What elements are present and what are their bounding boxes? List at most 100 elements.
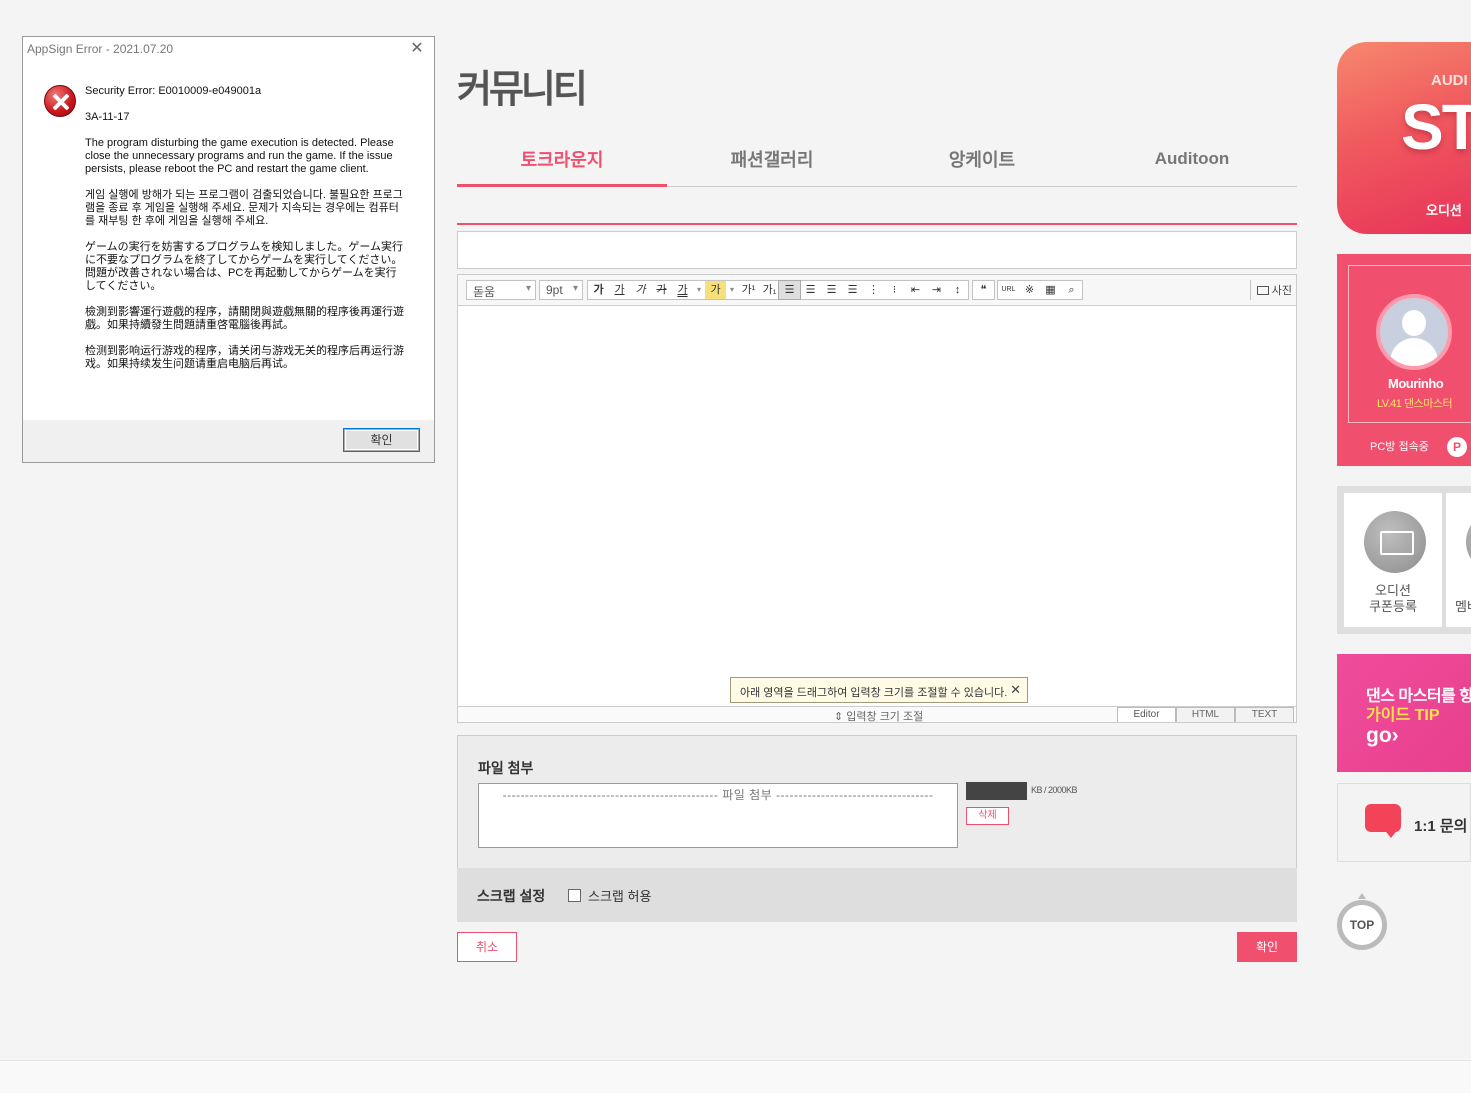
font-family-select[interactable]: 돋움 xyxy=(466,280,536,300)
mode-editor[interactable]: Editor xyxy=(1117,707,1176,722)
profile-frame: Mourinho LV.41 댄스마스터 xyxy=(1348,265,1471,423)
tab-fashion-gallery[interactable]: 패션갤러리 xyxy=(667,136,877,186)
tab-talk-lounge[interactable]: 토크라운지 xyxy=(457,136,667,187)
guide-banner[interactable]: 댄스 마스터를 향 가이드 TIP go› xyxy=(1337,654,1471,772)
chat-bubble-icon xyxy=(1365,804,1401,838)
underline-button[interactable]: 가 xyxy=(609,281,630,299)
avatar[interactable] xyxy=(1376,294,1452,370)
post-title-input[interactable] xyxy=(457,231,1297,269)
editor-content-area[interactable] xyxy=(458,306,1296,706)
guide-go: go› xyxy=(1366,724,1399,747)
editor-mode-tabs: Editor HTML TEXT xyxy=(1117,707,1294,722)
coupon-register-button[interactable]: 오디션 쿠폰등록 xyxy=(1344,493,1442,627)
delete-file-button[interactable]: 삭제 xyxy=(966,807,1009,825)
scrap-title: 스크랩 설정 xyxy=(477,888,546,904)
page-footer xyxy=(0,1060,1471,1093)
align-center-icon[interactable]: ☰ xyxy=(800,281,821,299)
banner-caption: 오디션 xyxy=(1426,203,1462,218)
line-height-icon[interactable]: ↕ xyxy=(947,281,968,299)
attach-title: 파일 첨부 xyxy=(478,760,534,776)
align-left-icon[interactable]: ☰ xyxy=(778,280,801,300)
mode-text[interactable]: TEXT xyxy=(1235,707,1294,722)
page-title: 커뮤니티 xyxy=(457,69,588,111)
premium-badge: P xyxy=(1447,437,1467,457)
file-attach-section: 파일 첨부 ----------------------------------… xyxy=(457,735,1297,869)
tab-survey[interactable]: 앙케이트 xyxy=(877,136,1087,186)
search-icon[interactable]: ⌕ xyxy=(1061,281,1082,299)
tab-auditoon[interactable]: Auditoon xyxy=(1087,136,1297,186)
divider xyxy=(457,223,1297,225)
inquiry-label: 1:1 문의 xyxy=(1414,818,1468,835)
special-char-icon[interactable]: ※ xyxy=(1019,281,1040,299)
message-zh-cn: 检测到影响运行游戏的程序，请关闭与游戏无关的程序后再运行游戏。如果持续发生问题请… xyxy=(85,345,404,370)
file-drop-zone[interactable]: ----------------------------------------… xyxy=(478,783,958,848)
resize-tip-text: 아래 영역을 드래그하여 입력창 크기를 조절할 수 있습니다. xyxy=(740,687,1008,699)
bullet-list-icon[interactable]: ⁝ xyxy=(884,281,905,299)
drop-zone-label: ----------------------------------------… xyxy=(502,788,934,802)
dialog-footer: 확인 xyxy=(23,420,434,462)
scrap-settings: 스크랩 설정 스크랩 허용 xyxy=(457,868,1297,922)
user-profile-card: Mourinho LV.41 댄스마스터 PC방 접속중 P xyxy=(1337,254,1471,466)
dialog-title: AppSign Error - 2021.07.20 ✕ xyxy=(23,37,434,63)
paragraph-button-group: ☰ ☰ ☰ ☰ ⋮ ⁝ ⇤ ⇥ ↕ xyxy=(778,280,969,300)
user-nickname[interactable]: Mourinho xyxy=(1388,376,1444,391)
link-button[interactable]: URL xyxy=(998,281,1019,299)
error-icon xyxy=(44,85,76,117)
error-code: Security Error: E0010009-e049001a xyxy=(85,85,262,97)
member-label: 멤버 xyxy=(1455,599,1471,614)
resize-label[interactable]: ⇕ 입력창 크기 조절 xyxy=(834,708,923,724)
message-zh-tw: 檢測到影響運行遊戲的程序，請關閉與遊戲無關的程序後再運行遊戲。如果持續發生問題請… xyxy=(85,306,404,331)
bold-button[interactable]: 가 xyxy=(588,281,609,299)
banner-subtitle: AUDI xyxy=(1431,72,1468,89)
insert-photo-button[interactable]: 사진 xyxy=(1249,280,1292,300)
scrap-allow-checkbox[interactable] xyxy=(568,889,581,902)
message-ja: ゲームの実行を妨害するプログラムを検知しました。ゲーム実行に不要なプログラムを終… xyxy=(85,241,404,292)
file-size-text: KB / 2000KB xyxy=(1031,785,1078,795)
insert-button-group: URL ※ ▦ ⌕ xyxy=(997,280,1083,300)
member-menu-button[interactable]: 멤버 xyxy=(1446,493,1471,627)
coupon-icon xyxy=(1364,511,1426,573)
format-button-group: 가 가 가 가 가 ▾ 가 ▾ 가¹ 가₁ xyxy=(587,280,781,300)
font-size-select[interactable]: 9pt xyxy=(539,280,583,300)
scrap-allow-label[interactable]: 스크랩 허용 xyxy=(588,886,651,905)
cancel-button[interactable]: 취소 xyxy=(457,932,517,962)
pc-cafe-status: PC방 접속중 xyxy=(1370,441,1429,453)
indent-icon[interactable]: ⇥ xyxy=(926,281,947,299)
inquiry-button[interactable]: 1:1 문의 xyxy=(1337,783,1471,862)
subscript-button[interactable]: 가₁ xyxy=(759,281,780,299)
close-icon[interactable]: ✕ xyxy=(1010,682,1021,698)
guide-line2: 가이드 TIP xyxy=(1366,707,1440,724)
quote-icon[interactable]: ❝ xyxy=(973,281,994,299)
table-icon[interactable]: ▦ xyxy=(1040,281,1061,299)
message-en: The program disturbing the game executio… xyxy=(85,137,394,175)
dialog-message: Security Error: E0010009-e049001a 3A-11-… xyxy=(85,85,407,384)
scroll-top-button[interactable]: TOP xyxy=(1337,893,1387,950)
strikethrough-button[interactable]: 가 xyxy=(651,281,672,299)
coupon-label: 오디션 쿠폰등록 xyxy=(1369,583,1417,614)
resize-tooltip: 아래 영역을 드래그하여 입력창 크기를 조절할 수 있습니다. ✕ xyxy=(730,677,1028,703)
chevron-down-icon[interactable]: ▾ xyxy=(726,281,738,299)
font-color-button[interactable]: 가 xyxy=(672,281,693,299)
close-icon[interactable]: ✕ xyxy=(408,39,426,59)
italic-button[interactable]: 가 xyxy=(630,281,651,299)
member-icon xyxy=(1466,511,1471,573)
quote-button-group: ❝ xyxy=(972,280,995,300)
highlight-button[interactable]: 가 xyxy=(705,281,726,299)
event-banner[interactable]: AUDI ST 오디션 xyxy=(1337,42,1471,234)
align-justify-icon[interactable]: ☰ xyxy=(842,281,863,299)
mode-html[interactable]: HTML xyxy=(1176,707,1235,722)
quick-menu: 오디션 쿠폰등록 멤버 xyxy=(1337,486,1471,634)
banner-title: ST xyxy=(1401,91,1471,163)
align-right-icon[interactable]: ☰ xyxy=(821,281,842,299)
error-dialog: AppSign Error - 2021.07.20 ✕ Security Er… xyxy=(22,36,435,463)
file-size-bar xyxy=(966,782,1027,800)
dialog-ok-button[interactable]: 확인 xyxy=(343,428,420,452)
community-tabs: 토크라운지 패션갤러리 앙케이트 Auditoon xyxy=(457,136,1297,187)
chevron-down-icon[interactable]: ▾ xyxy=(693,281,705,299)
submit-button[interactable]: 확인 xyxy=(1237,932,1297,962)
resize-handle[interactable]: ⇕ 입력창 크기 조절 Editor HTML TEXT xyxy=(458,706,1296,724)
superscript-button[interactable]: 가¹ xyxy=(738,281,759,299)
dialog-title-text: AppSign Error - 2021.07.20 xyxy=(27,42,174,56)
numbered-list-icon[interactable]: ⋮ xyxy=(863,281,884,299)
outdent-icon[interactable]: ⇤ xyxy=(905,281,926,299)
